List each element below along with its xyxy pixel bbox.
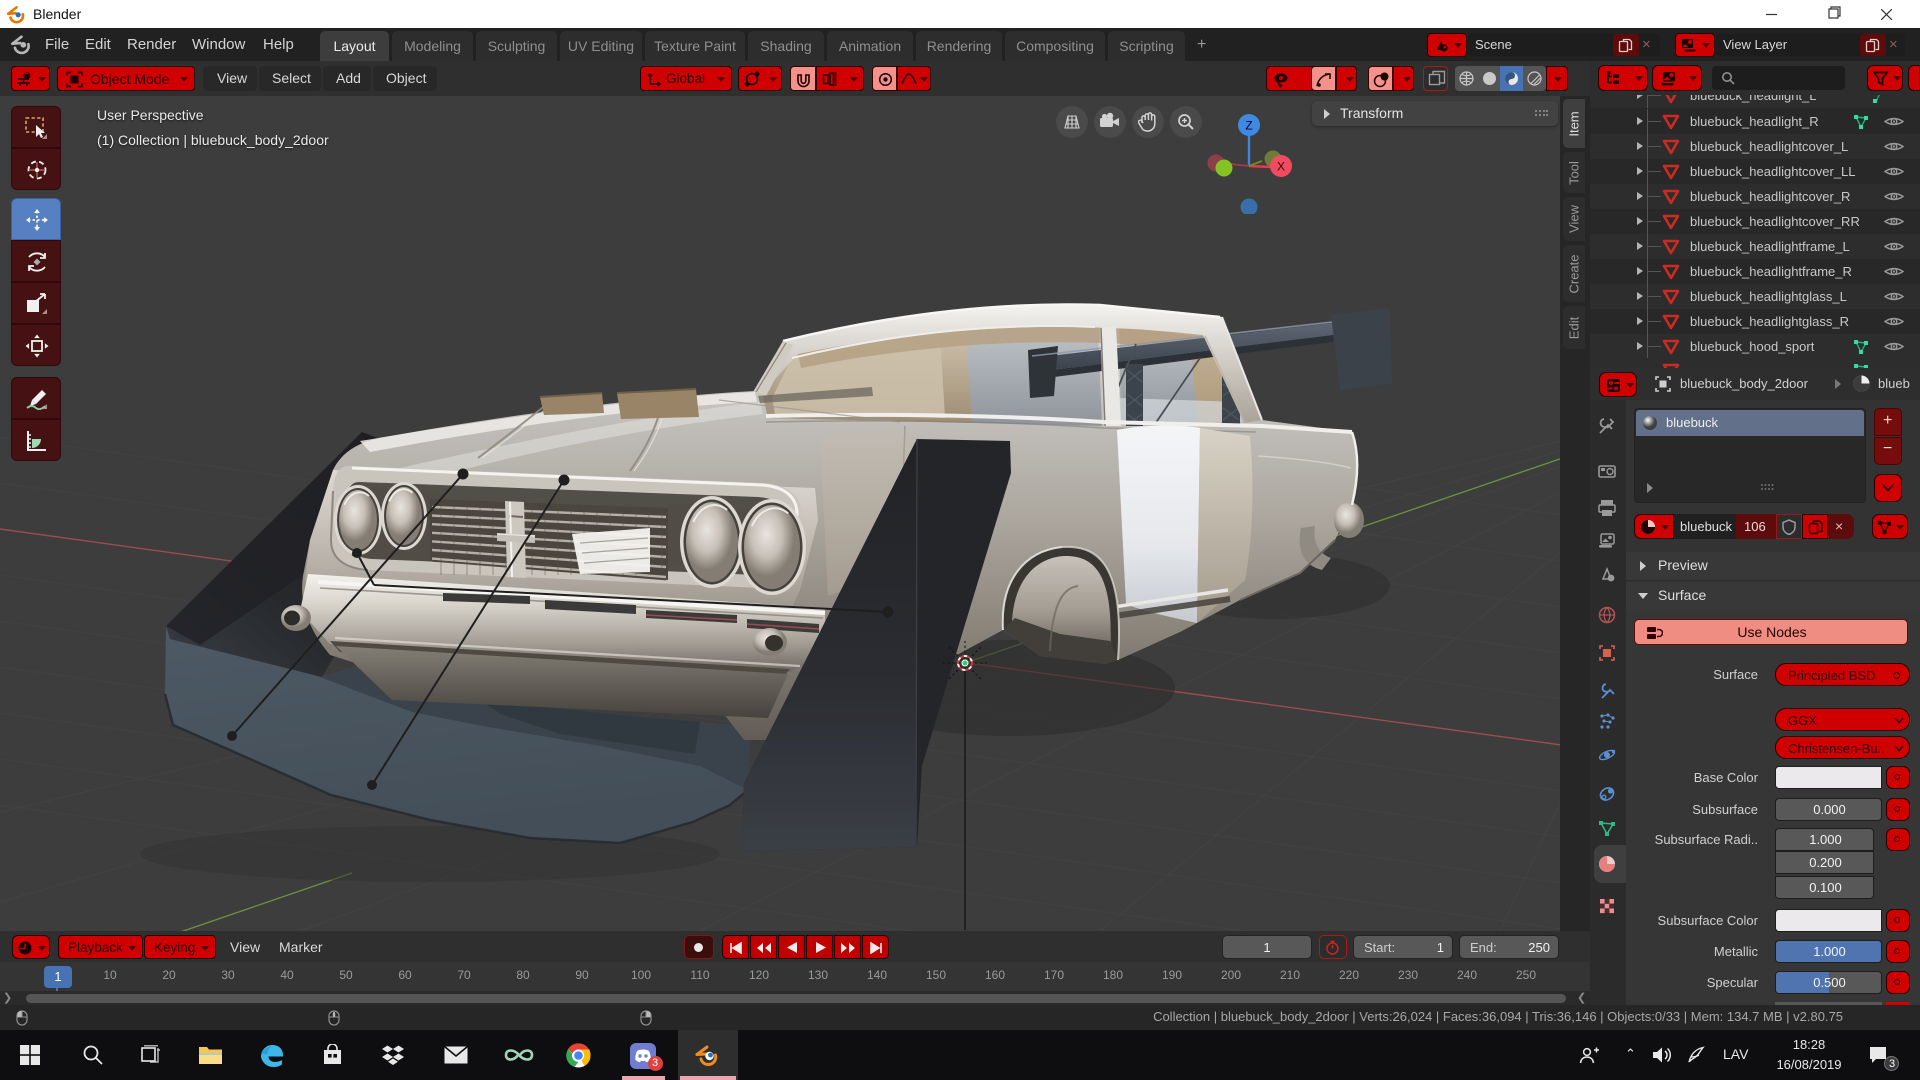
svg-text:X: X: [1277, 160, 1285, 174]
svg-text:Z: Z: [1245, 119, 1252, 133]
